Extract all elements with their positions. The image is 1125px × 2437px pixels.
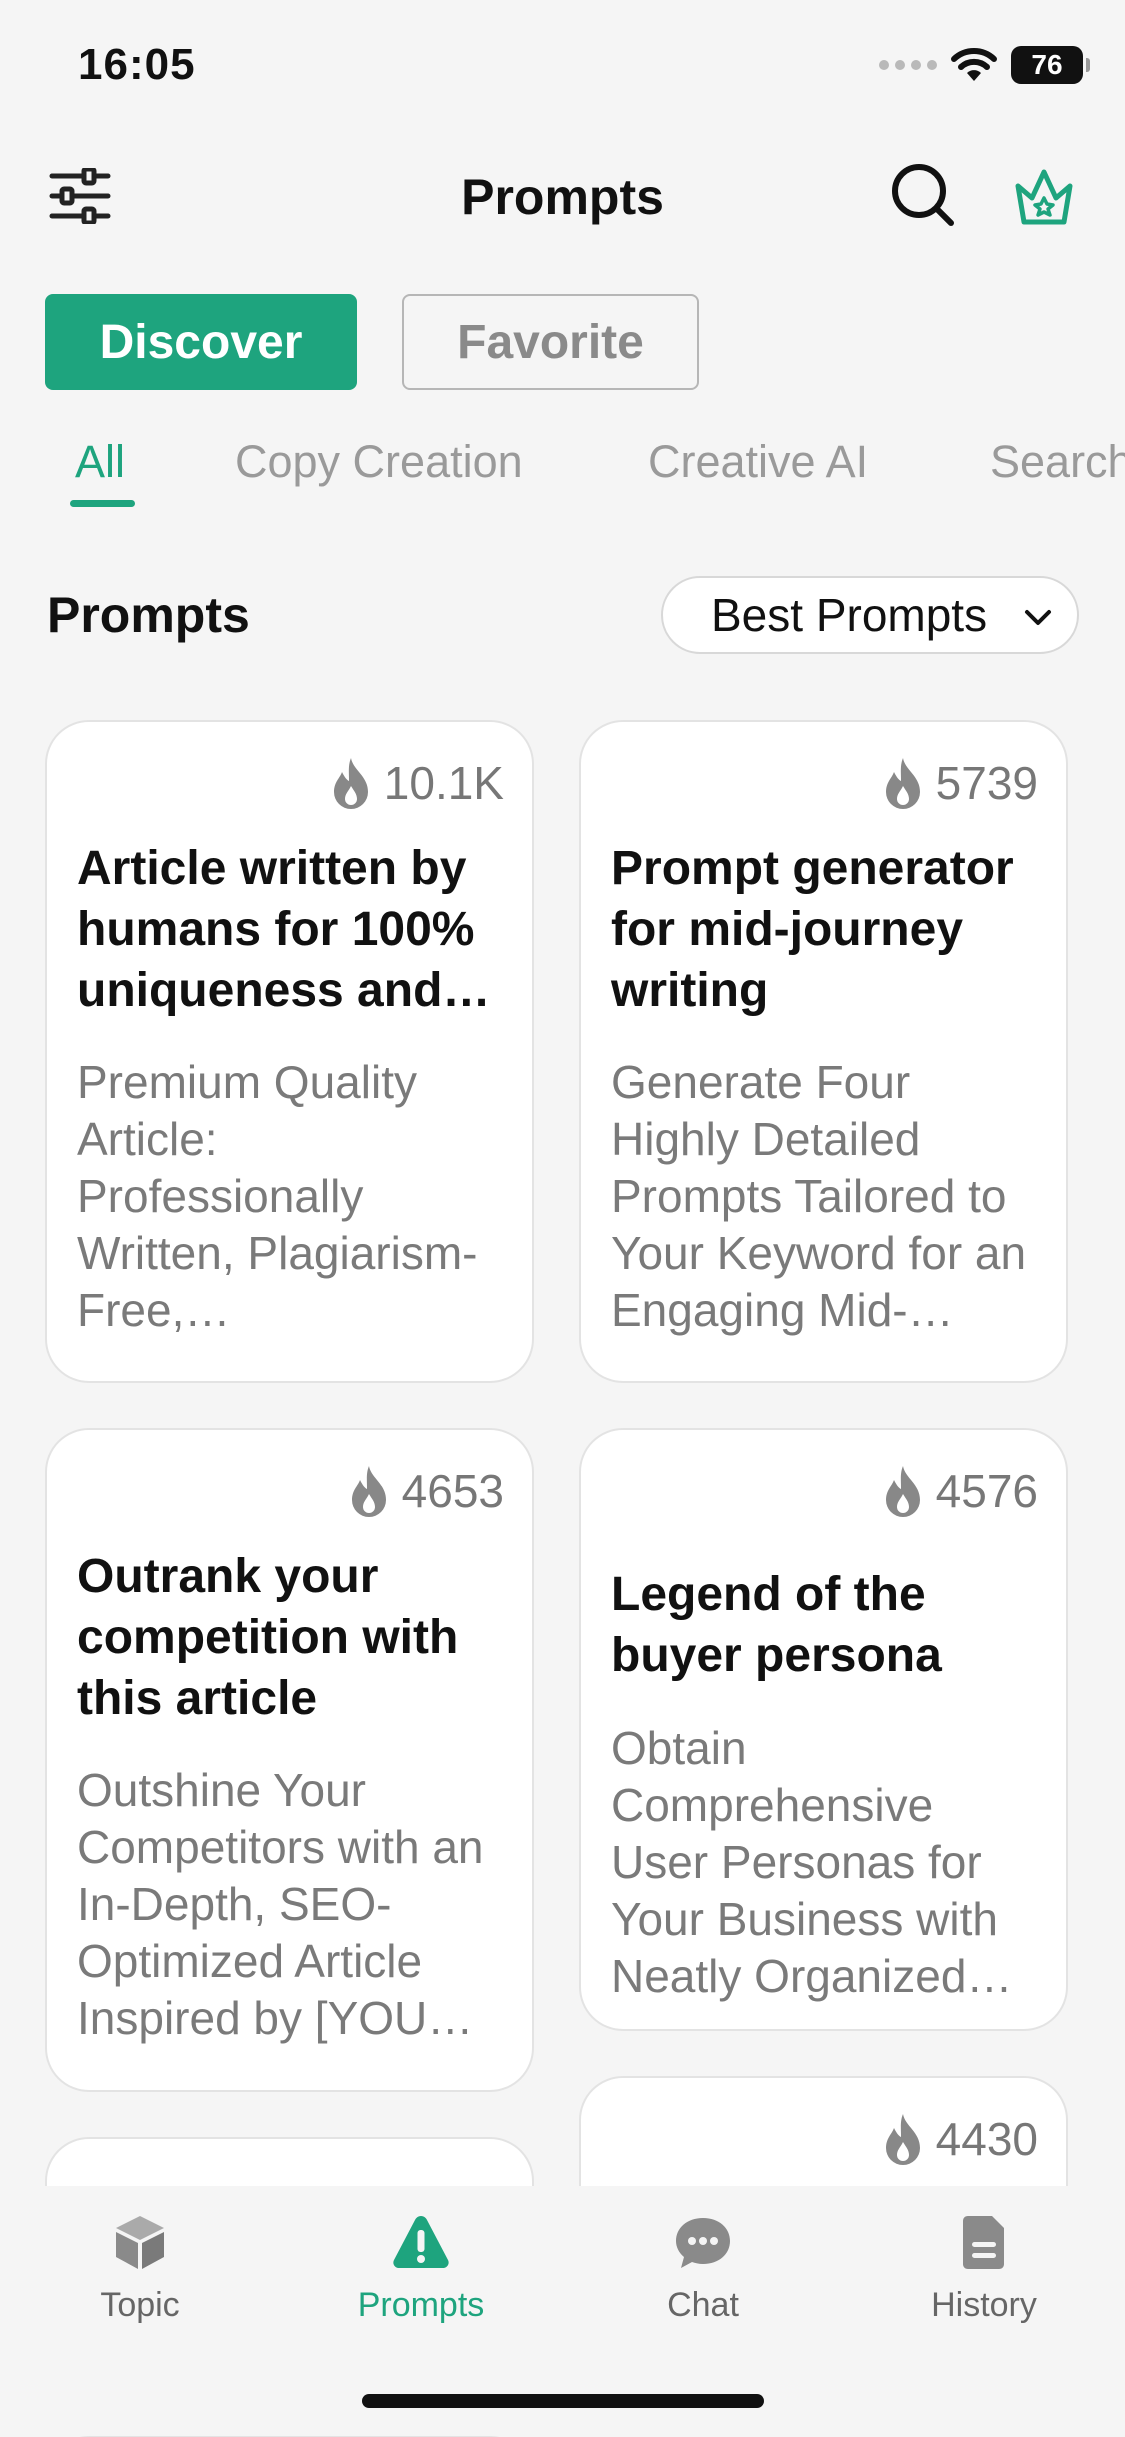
tab-label: History — [931, 2286, 1037, 2324]
tab-topic[interactable]: Topic — [40, 2212, 240, 2325]
cellular-signal-icon — [879, 60, 937, 70]
count-value: 4576 — [935, 1465, 1038, 1517]
fire-icon — [333, 758, 368, 809]
favorite-tab-button[interactable]: Favorite — [402, 294, 699, 390]
prompt-card[interactable]: 5739 Prompt generator for mid-journey wr… — [579, 720, 1068, 1383]
tab-label: Prompts — [357, 2286, 485, 2324]
prompt-title: Prompt generator for mid-journey writing — [611, 842, 1014, 1017]
popularity-count: 4430 — [880, 2112, 1038, 2166]
prompt-title: Outrank your competition with this artic… — [77, 1550, 459, 1725]
sort-dropdown[interactable]: Best Prompts — [661, 576, 1079, 654]
prompt-card[interactable]: 4653 Outrank your competition with this … — [45, 1428, 534, 2092]
popularity-count: 10.1K — [328, 756, 504, 810]
fire-icon — [885, 2114, 920, 2165]
fire-icon — [351, 1466, 386, 1517]
page-title: Prompts — [461, 169, 664, 225]
sort-dropdown-label: Best Prompts — [711, 589, 988, 641]
category-tab-all[interactable]: All — [75, 436, 125, 488]
tab-prompts[interactable]: Prompts — [321, 2212, 521, 2325]
category-tab-copy-creation[interactable]: Copy Creation — [235, 436, 523, 488]
prompt-title: Legend of the buyer persona — [611, 1568, 942, 1682]
chevron-down-icon — [1025, 610, 1051, 625]
prompt-description: Outshine Your Competitors with an In-Dep… — [77, 1764, 484, 2044]
fire-icon — [885, 1466, 920, 1517]
category-tab-search[interactable]: Search — [990, 436, 1125, 488]
count-value: 5739 — [935, 757, 1038, 809]
prompt-description: Premium Quality Article: Professionally … — [77, 1056, 478, 1336]
tab-history[interactable]: History — [884, 2212, 1084, 2325]
tab-label: Chat — [667, 2286, 739, 2324]
status-indicators: 76 — [879, 46, 1090, 84]
popularity-count: 4576 — [880, 1464, 1038, 1518]
warning-triangle-icon — [393, 2216, 449, 2268]
crown-premium-icon[interactable] — [1010, 164, 1078, 230]
count-value: 10.1K — [383, 757, 504, 809]
prompt-title: Article written by humans for 100% uniqu… — [77, 842, 491, 1017]
tab-chat[interactable]: Chat — [603, 2212, 803, 2325]
prompt-card[interactable]: 10.1K Article written by humans for 100%… — [45, 720, 534, 1383]
battery-level: 76 — [1031, 49, 1063, 80]
home-indicator — [362, 2394, 764, 2408]
prompt-description: Generate Four Highly Detailed Prompts Ta… — [611, 1056, 1027, 1336]
category-tab-creative-ai[interactable]: Creative AI — [648, 436, 868, 488]
cube-icon — [116, 2216, 164, 2269]
prompt-description: Obtain Comprehensive User Personas for Y… — [611, 1722, 1013, 2002]
tab-label: Topic — [100, 2286, 180, 2324]
count-value: 4653 — [401, 1465, 504, 1517]
chat-bubble-icon — [676, 2218, 730, 2268]
count-value: 4430 — [935, 2113, 1038, 2165]
fire-icon — [885, 758, 920, 809]
search-icon[interactable] — [890, 162, 956, 228]
wifi-icon — [951, 48, 997, 81]
prompt-card[interactable]: 4576 Legend of the buyer persona Obtain … — [579, 1428, 1068, 2031]
popularity-count: 5739 — [880, 756, 1038, 810]
popularity-count: 4653 — [346, 1464, 504, 1518]
discover-tab-button[interactable]: Discover — [45, 294, 357, 390]
section-title: Prompts — [47, 587, 250, 643]
status-time: 16:05 — [78, 40, 196, 89]
battery-icon: 76 — [1011, 46, 1090, 84]
document-history-icon — [963, 2216, 1004, 2269]
active-category-indicator — [70, 500, 135, 507]
